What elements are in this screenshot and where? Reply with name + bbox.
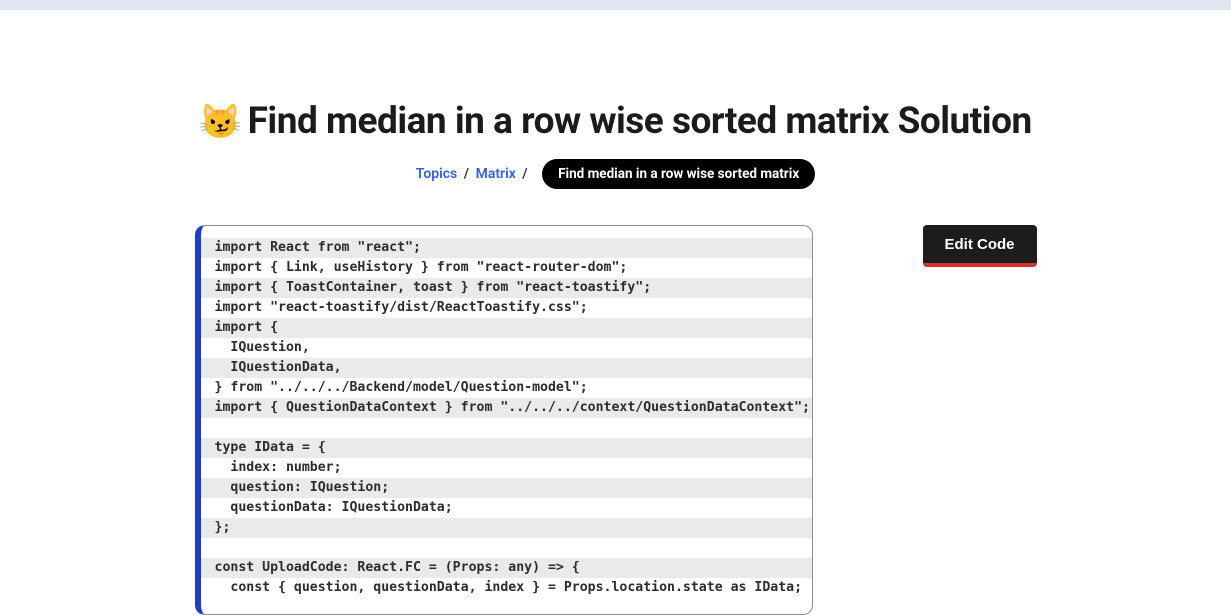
cat-emoji-icon: 😼	[199, 105, 241, 139]
breadcrumb-separator: /	[461, 166, 472, 182]
page-title: Find median in a row wise sorted matrix …	[248, 100, 1032, 143]
breadcrumb-topics-link[interactable]: Topics	[416, 166, 457, 182]
code-line: IQuestion,	[201, 338, 812, 358]
breadcrumb-separator: /	[519, 166, 530, 182]
code-line: };	[201, 518, 812, 538]
breadcrumb-category-link[interactable]: Matrix	[476, 166, 516, 182]
code-line: questionData: IQuestionData;	[201, 498, 812, 518]
code-line: const UploadCode: React.FC = (Props: any…	[201, 558, 812, 578]
edit-code-button[interactable]: Edit Code	[923, 225, 1037, 267]
title-row: 😼 Find median in a row wise sorted matri…	[199, 100, 1031, 143]
code-line: index: number;	[201, 458, 812, 478]
code-line: import {	[201, 318, 812, 338]
code-line: type IData = {	[201, 438, 812, 458]
actions-column: Edit Code	[923, 225, 1037, 615]
code-line: import React from "react";	[201, 238, 812, 258]
code-line: IQuestionData,	[201, 358, 812, 378]
code-line	[201, 418, 812, 438]
main-content: import React from "react";import { Link,…	[0, 225, 1231, 615]
code-line: import "react-toastify/dist/ReactToastif…	[201, 298, 812, 318]
code-line: import { ToastContainer, toast } from "r…	[201, 278, 812, 298]
code-line	[201, 538, 812, 558]
header: 😼 Find median in a row wise sorted matri…	[0, 100, 1231, 189]
page-content: 😼 Find median in a row wise sorted matri…	[0, 10, 1231, 615]
code-line: question: IQuestion;	[201, 478, 812, 498]
code-line: const { question, questionData, index } …	[201, 578, 812, 598]
breadcrumb-current-badge: Find median in a row wise sorted matrix	[542, 159, 815, 189]
top-strip	[0, 0, 1231, 10]
code-line: import { QuestionDataContext } from "../…	[201, 398, 812, 418]
code-block: import React from "react";import { Link,…	[201, 226, 812, 614]
breadcrumb: Topics / Matrix / Find median in a row w…	[0, 159, 1231, 189]
code-line: } from "../../../Backend/model/Question-…	[201, 378, 812, 398]
code-line: import { Link, useHistory } from "react-…	[201, 258, 812, 278]
code-card: import React from "react";import { Link,…	[195, 225, 813, 615]
